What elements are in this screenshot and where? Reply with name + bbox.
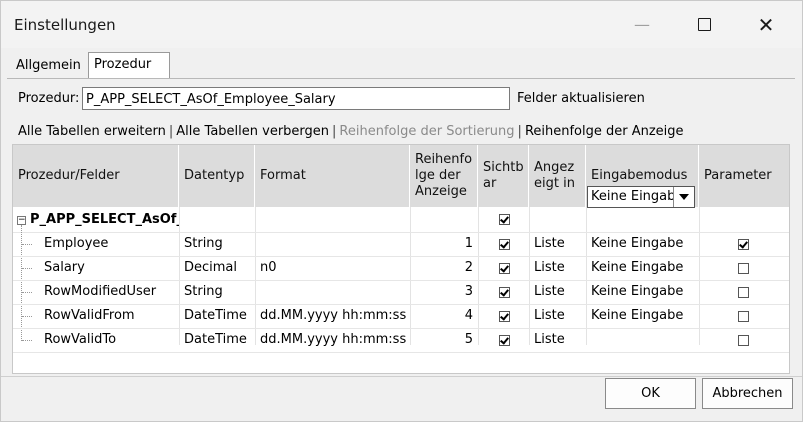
hide-all-link[interactable]: Alle Tabellen verbergen [176, 124, 329, 139]
parameter-checkbox[interactable] [738, 263, 749, 274]
input-mode-cell[interactable]: Keine Eingabe [586, 305, 699, 327]
parameter-checkbox[interactable] [738, 311, 749, 322]
ok-button[interactable]: OK [605, 378, 696, 409]
parameter-checkbox[interactable] [738, 335, 749, 346]
window-title: Einstellungen [14, 16, 116, 34]
shown-in-cell[interactable]: Liste [529, 329, 586, 351]
header-shown-in[interactable]: Angez eigt in [529, 145, 586, 207]
shown-in-cell[interactable]: Liste [529, 305, 586, 327]
header-order[interactable]: Reihenfo lge der Anzeige [410, 145, 478, 207]
order-cell[interactable]: 3 [410, 281, 478, 303]
column-divider [478, 207, 479, 345]
link-separator: | [332, 124, 337, 139]
visible-checkbox[interactable] [499, 287, 510, 298]
fields-grid[interactable]: Prozedur/Felder Datentyp Format Reihenfo… [12, 144, 790, 374]
visible-checkbox[interactable] [499, 335, 510, 346]
procedure-label: Prozedur: [18, 91, 80, 106]
input-mode-cell[interactable]: Keine Eingabe [586, 257, 699, 279]
field-name-cell[interactable]: RowValidTo [39, 329, 179, 351]
order-cell[interactable]: 2 [410, 257, 478, 279]
input-mode-cell[interactable]: Keine Eingabe [586, 281, 699, 303]
format-cell[interactable]: dd.MM.yyyy hh:mm:ss [255, 329, 410, 351]
header-fields[interactable]: Prozedur/Felder [13, 145, 179, 207]
order-cell[interactable]: 4 [410, 305, 478, 327]
header-parameter[interactable]: Parameter [699, 145, 789, 207]
input-mode-dropdown[interactable]: Keine Eingab [587, 186, 695, 208]
column-divider [699, 207, 700, 345]
datatype-cell[interactable]: DateTime [179, 305, 255, 327]
parameter-checkbox[interactable] [738, 239, 749, 250]
toolbar-links: Alle Tabellen erweitern | Alle Tabellen ve… [18, 124, 684, 139]
settings-dialog: Einstellungen — ✕ Allgemein Prozedur Pro… [0, 0, 803, 422]
display-order-link[interactable]: Reihenfolge der Anzeige [525, 124, 684, 139]
link-separator: | [168, 124, 174, 139]
close-button[interactable]: ✕ [743, 1, 789, 48]
parameter-checkbox[interactable] [738, 287, 749, 298]
cancel-button[interactable]: Abbrechen [702, 378, 793, 409]
row-separator [13, 352, 789, 353]
maximize-icon [697, 18, 711, 31]
tree-branch [22, 340, 32, 341]
sort-order-link: Reihenfolge der Sortierung [339, 124, 515, 139]
format-cell[interactable]: dd.MM.yyyy hh:mm:ss [255, 305, 410, 327]
shown-in-cell[interactable]: Liste [529, 233, 586, 255]
refresh-fields-link[interactable]: Felder aktualisieren [517, 91, 645, 106]
expand-all-link[interactable]: Alle Tabellen erweitern [18, 124, 166, 139]
field-name-cell[interactable]: RowModifiedUser [39, 281, 179, 303]
header-visible[interactable]: Sichtb ar [478, 145, 529, 207]
title-bar: Einstellungen — ✕ [1, 1, 802, 48]
datatype-cell[interactable]: Decimal [179, 257, 255, 279]
link-separator: | [517, 124, 522, 139]
group-name[interactable]: P_APP_SELECT_AsOf_I [25, 209, 179, 231]
datatype-cell[interactable]: String [179, 233, 255, 255]
group-visible-checkbox[interactable] [499, 214, 510, 225]
tree-branch [22, 316, 32, 317]
tree-branch [22, 292, 32, 293]
shown-in-cell[interactable]: Liste [529, 257, 586, 279]
visible-checkbox[interactable] [499, 263, 510, 274]
field-name-cell[interactable]: Employee [39, 233, 179, 255]
shown-in-cell[interactable]: Liste [529, 281, 586, 303]
tab-allgemein[interactable]: Allgemein [11, 55, 85, 77]
input-mode-dropdown-value: Keine Eingab [591, 189, 673, 204]
format-cell[interactable]: n0 [255, 257, 410, 279]
header-datatype[interactable]: Datentyp [179, 145, 255, 207]
maximize-button[interactable] [681, 1, 727, 48]
tree-line [21, 225, 22, 341]
field-name-cell[interactable]: Salary [39, 257, 179, 279]
datatype-cell[interactable]: DateTime [179, 329, 255, 351]
order-cell[interactable]: 1 [410, 233, 478, 255]
procedure-input[interactable]: P_APP_SELECT_AsOf_Employee_Salary [82, 87, 510, 110]
tree-branch [22, 268, 32, 269]
order-cell[interactable]: 5 [410, 329, 478, 351]
visible-checkbox[interactable] [499, 311, 510, 322]
tree-branch [22, 244, 32, 245]
tab-prozedur[interactable]: Prozedur [88, 52, 170, 79]
minimize-button[interactable]: — [619, 1, 665, 48]
datatype-cell[interactable]: String [179, 281, 255, 303]
format-cell[interactable] [255, 233, 410, 255]
header-format[interactable]: Format [255, 145, 410, 207]
field-name-cell[interactable]: RowValidFrom [39, 305, 179, 327]
format-cell[interactable] [255, 281, 410, 303]
dropdown-arrow-icon[interactable] [673, 187, 694, 207]
input-mode-cell[interactable]: Keine Eingabe [586, 233, 699, 255]
visible-checkbox[interactable] [499, 239, 510, 250]
